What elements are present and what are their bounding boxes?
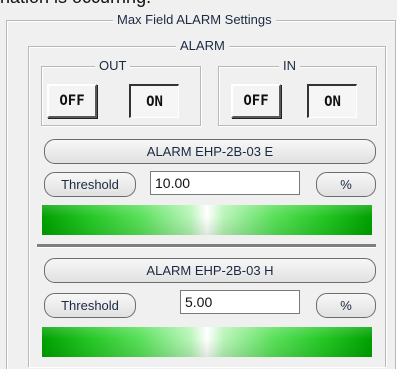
alarm-h-name-button[interactable]: ALARM EHP-2B-03 H — [44, 258, 376, 283]
alarm-e-level-bar-shade — [42, 205, 372, 235]
alarm-h-level-bar — [42, 327, 372, 357]
top-text-fragment: nation is occurring. — [0, 0, 151, 8]
section-separator — [37, 244, 376, 248]
max-field-alarm-settings-title: Max Field ALARM Settings — [113, 12, 276, 28]
alarm-h-threshold-button[interactable]: Threshold — [44, 293, 136, 318]
alarm-e-name-button[interactable]: ALARM EHP-2B-03 E — [44, 139, 376, 164]
alarm-e-threshold-input[interactable] — [150, 171, 300, 195]
in-group-title: IN — [279, 58, 300, 74]
alarm-e-level-bar — [42, 205, 372, 235]
out-group-title: OUT — [95, 58, 131, 74]
alarm-e-percent-button[interactable]: % — [316, 172, 376, 197]
out-on-button[interactable]: ON — [129, 84, 179, 118]
alarm-h-percent-button[interactable]: % — [316, 293, 376, 318]
alarm-e-threshold-button[interactable]: Threshold — [44, 172, 136, 197]
out-off-button[interactable]: OFF — [47, 84, 97, 118]
in-off-button[interactable]: OFF — [231, 84, 281, 118]
alarm-h-level-bar-shade — [42, 327, 372, 357]
alarm-group-title: ALARM — [176, 38, 229, 54]
alarm-h-threshold-input[interactable] — [180, 290, 300, 314]
in-on-button[interactable]: ON — [307, 84, 357, 118]
